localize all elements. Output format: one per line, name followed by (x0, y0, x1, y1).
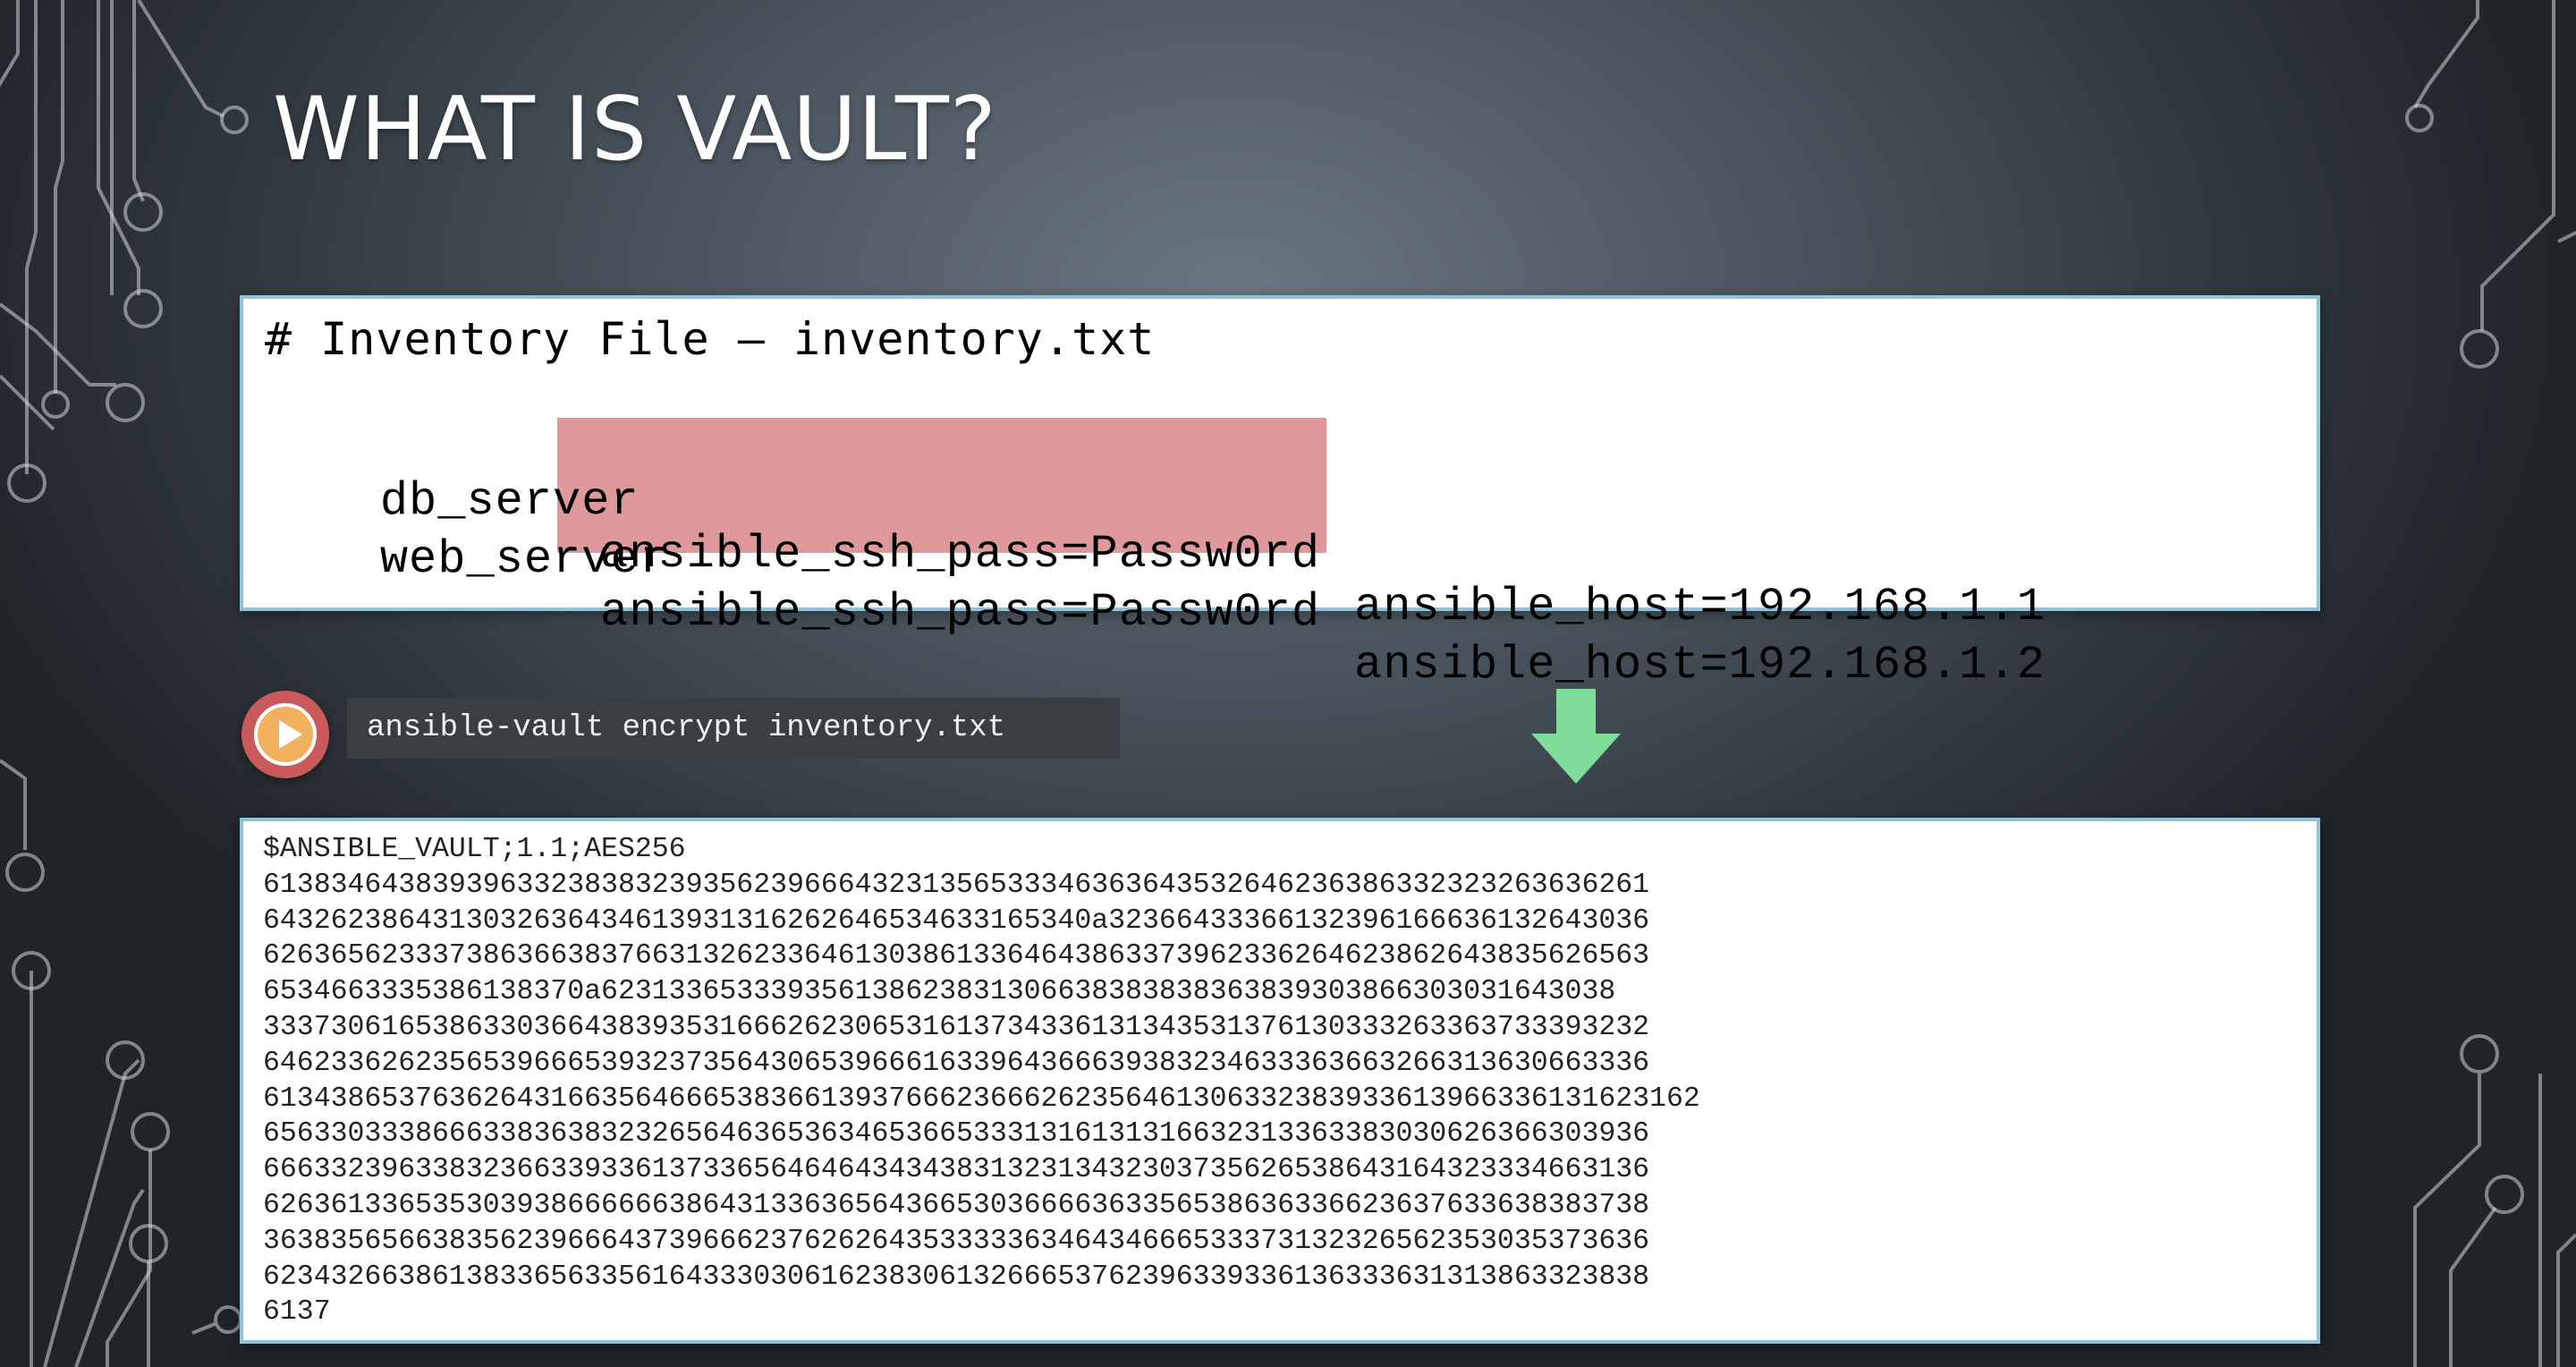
vault-cipher-line: 6462336262356539666539323735643065396661… (263, 1047, 1650, 1079)
vault-cipher-line: 6263613365353039386666663864313363656436… (263, 1189, 1650, 1221)
play-triangle-icon (279, 720, 302, 749)
vault-cipher-line: 6134386537636264316635646665383661393766… (263, 1083, 1700, 1115)
vault-cipher-line: 6263656233373863663837663132623364613038… (263, 940, 1650, 972)
vault-cipher-line: 6534663335386138370a62313365333935613862… (263, 976, 1616, 1008)
vault-cipher-line: 6137 (263, 1296, 331, 1329)
vault-cipher-line: 6138346438393963323838323935623966643231… (263, 869, 1650, 901)
vault-cipher-line: 6663323963383236633933613733656464643434… (263, 1154, 1650, 1186)
vault-cipher-line: 6432623864313032636434613931316262646534… (263, 904, 1650, 937)
arrow-down-icon (1531, 689, 1621, 784)
inventory-password-setting: ansible_ssh_pass=Passw0rd (600, 528, 1321, 581)
inventory-host: web_server (379, 533, 668, 586)
inventory-password-setting: ansible_ssh_pass=Passw0rd (600, 586, 1321, 639)
vault-cipher-line: 6563303338666338363832326564636536346536… (263, 1118, 1650, 1150)
vault-cipher-line: 3337306165386330366438393531666262306531… (263, 1011, 1650, 1043)
play-icon-ring (254, 703, 317, 766)
command-line: ansible-vault encrypt inventory.txt (347, 698, 1120, 759)
vault-cipher-line: 6234326638613833656335616433303061623830… (263, 1261, 1650, 1293)
encrypted-vault-box: $ANSIBLE_VAULT;1.1;AES256 613834643839396… (240, 818, 2320, 1344)
inventory-host-address: ansible_host=192.168.1.1 (1354, 581, 2046, 633)
vault-cipher-line: 3638356566383562396664373966623762626435… (263, 1225, 1650, 1257)
play-circle-icon[interactable] (242, 691, 329, 778)
vault-header-line: $ANSIBLE_VAULT;1.1;AES256 (263, 834, 686, 865)
inventory-header-comment: # Inventory File – inventory.txt (265, 313, 1156, 365)
slide-title: WHAT IS VAULT? (273, 79, 997, 181)
inventory-file-box: # Inventory File – inventory.txt db_serv… (240, 295, 2320, 692)
inventory-host-address: ansible_host=192.168.1.2 (1354, 639, 2046, 692)
vault-output: $ANSIBLE_VAULT;1.1;AES256 613834643839396… (263, 832, 1700, 1330)
